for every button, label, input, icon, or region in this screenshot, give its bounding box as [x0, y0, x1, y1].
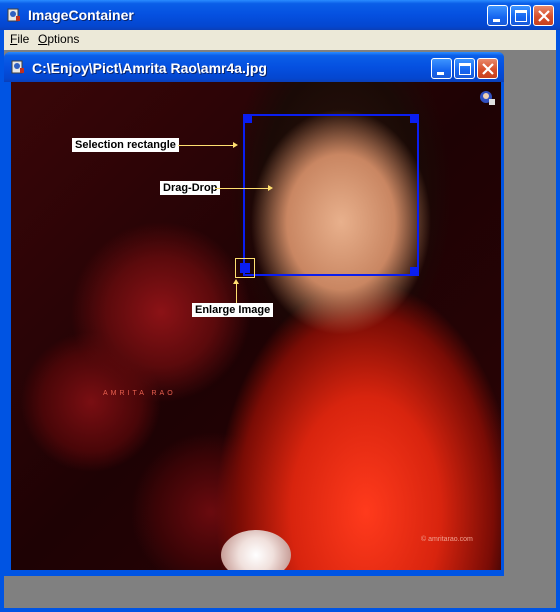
image-child-window: C:\Enjoy\Pict\Amrita Rao\amr4a.jpg AMRIT…: [4, 52, 504, 576]
flower-decoration: [221, 530, 291, 570]
enlarge-handle-square: [240, 263, 250, 273]
minimize-icon: [493, 19, 500, 22]
main-title-bar[interactable]: ImageContainer: [0, 0, 560, 30]
menu-options-mnemonic: O: [38, 32, 48, 46]
annotation-enlarge-label: Enlarge Image: [192, 303, 274, 317]
corner-logo-icon: [480, 91, 495, 105]
window-title: ImageContainer: [28, 7, 134, 23]
photo-watermark: AMRITA RAO: [103, 390, 176, 397]
annotation-enlarge-arrow: [236, 283, 237, 303]
arrow-right-icon: [233, 142, 238, 148]
menu-bar: File Options: [4, 30, 556, 50]
app-icon[interactable]: [6, 7, 22, 23]
maximize-icon: [515, 10, 527, 22]
minimize-button[interactable]: [487, 5, 508, 26]
menu-file[interactable]: File: [10, 32, 29, 46]
enlarge-image-handle[interactable]: [235, 258, 255, 278]
annotation-dragdrop-arrow: [215, 188, 268, 189]
close-icon: [482, 63, 494, 75]
maximize-icon: [459, 63, 471, 75]
resize-handle-top-right[interactable]: [410, 114, 419, 123]
annotation-selection-arrow: [178, 145, 234, 146]
child-minimize-button[interactable]: [431, 58, 452, 79]
menu-options[interactable]: Options: [38, 32, 79, 46]
close-button[interactable]: [533, 5, 554, 26]
resize-handle-bottom-right[interactable]: [410, 267, 419, 276]
selection-rectangle[interactable]: [243, 114, 419, 276]
close-icon: [538, 10, 550, 22]
annotation-selection-label: Selection rectangle: [72, 138, 179, 152]
menu-file-label: ile: [17, 32, 30, 46]
arrow-right-icon: [268, 185, 273, 191]
image-canvas[interactable]: AMRITA RAO © amritarao.com Selection rec…: [11, 82, 501, 570]
main-window: ImageContainer File Options C:\Enjoy\Pic…: [0, 0, 560, 612]
child-maximize-button[interactable]: [454, 58, 475, 79]
child-close-button[interactable]: [477, 58, 498, 79]
child-window-title: C:\Enjoy\Pict\Amrita Rao\amr4a.jpg: [32, 60, 267, 76]
photo-copyright: © amritarao.com: [421, 536, 473, 543]
child-window-icon[interactable]: [10, 59, 26, 75]
minimize-icon: [437, 72, 444, 75]
annotation-dragdrop-label: Drag-Drop: [160, 181, 221, 195]
child-title-bar[interactable]: C:\Enjoy\Pict\Amrita Rao\amr4a.jpg: [4, 52, 504, 82]
menu-options-label: ptions: [47, 32, 80, 46]
maximize-button[interactable]: [510, 5, 531, 26]
resize-handle-top-left[interactable]: [243, 114, 252, 123]
